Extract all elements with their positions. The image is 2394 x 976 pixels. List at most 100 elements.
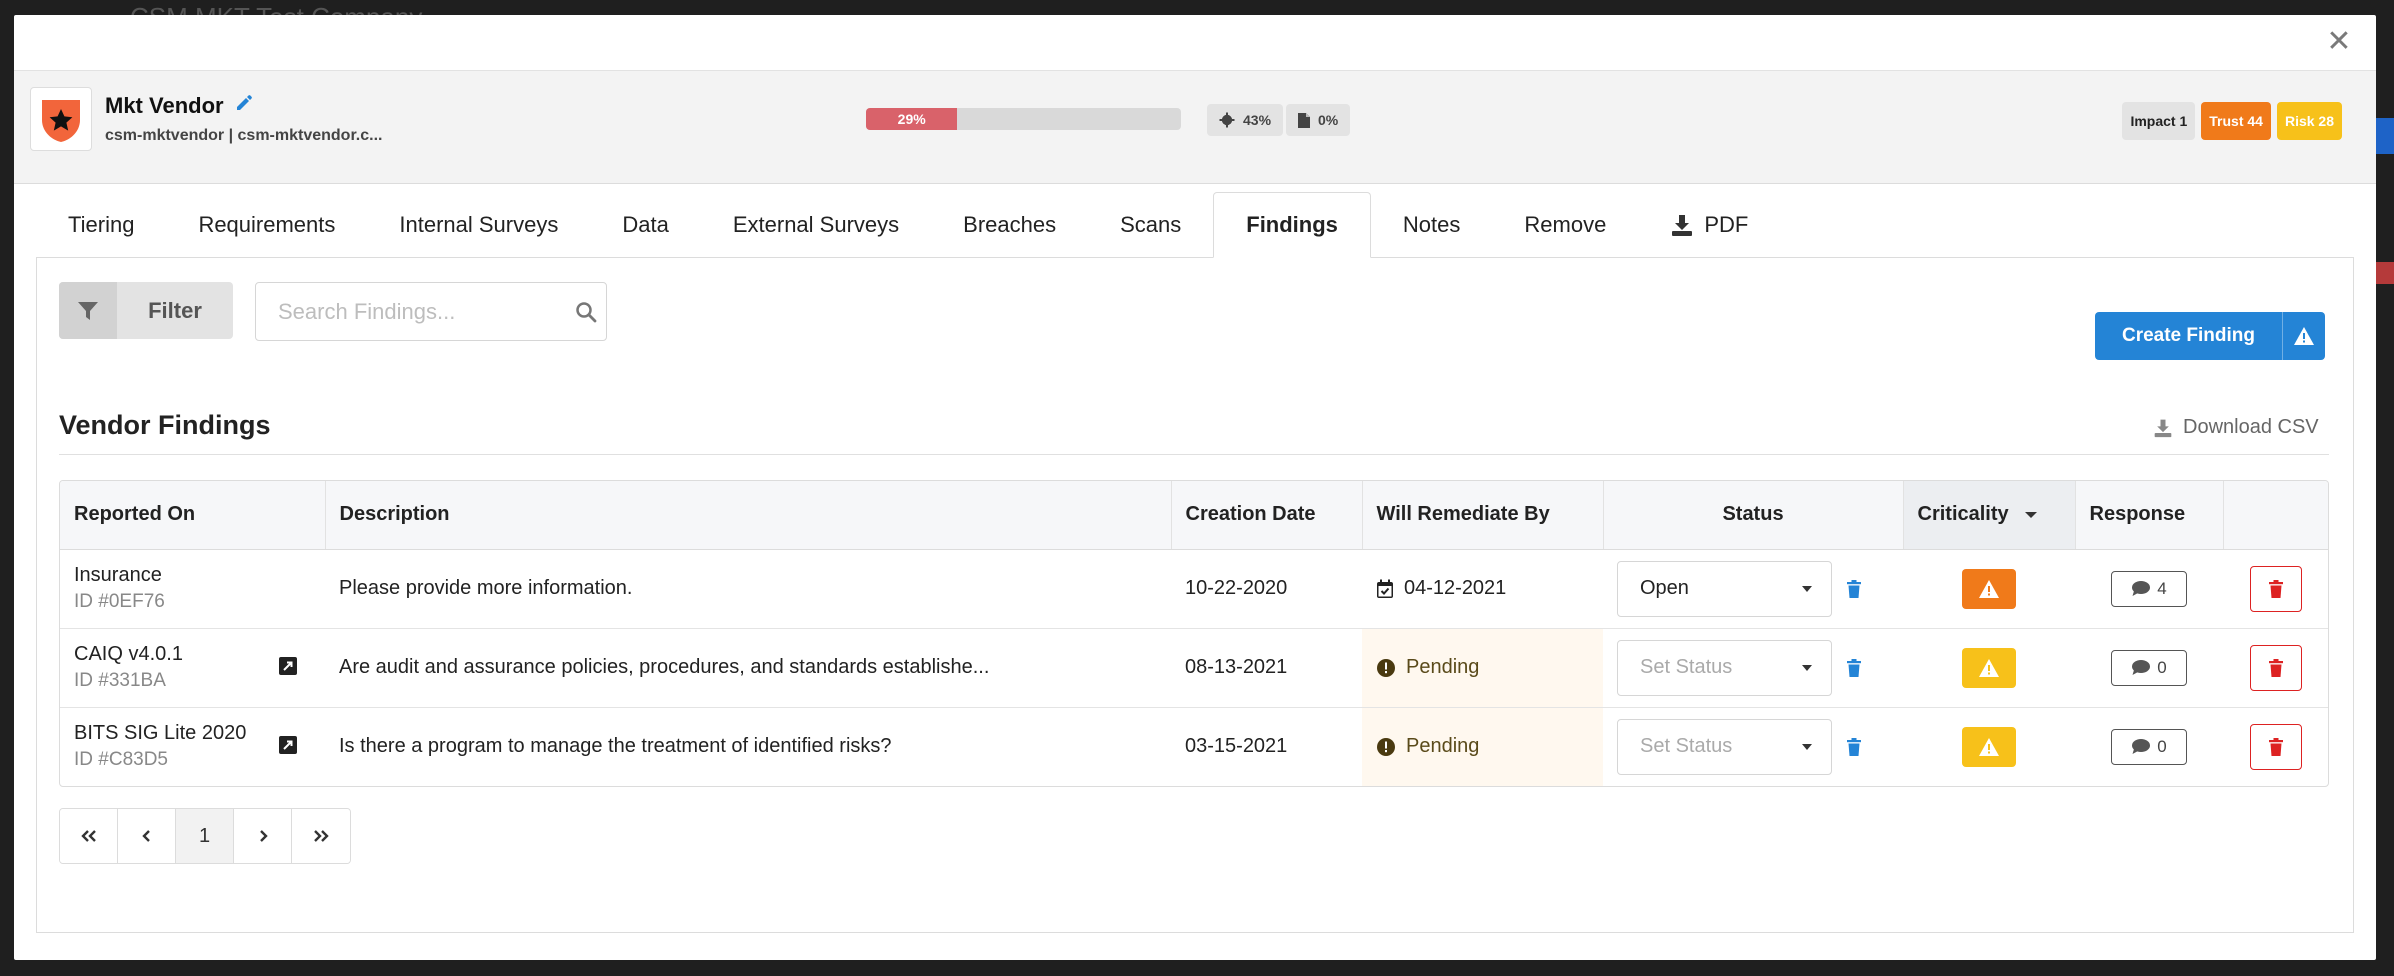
download-icon bbox=[1672, 215, 1693, 236]
remediate-status: Pending bbox=[1406, 735, 1480, 758]
response-cell: 0 bbox=[2075, 707, 2223, 786]
tab-tiering[interactable]: Tiering bbox=[36, 192, 166, 258]
tab-internal-surveys[interactable]: Internal Surveys bbox=[367, 192, 590, 258]
warning-icon bbox=[1979, 737, 1999, 756]
header-reported-on[interactable]: Reported On bbox=[60, 481, 326, 550]
criticality-badge[interactable] bbox=[1962, 647, 2016, 688]
background-element bbox=[2376, 262, 2394, 284]
first-page-button[interactable] bbox=[60, 809, 118, 863]
remediate-date: 04-12-2021 bbox=[1404, 577, 1507, 599]
delete-finding-button[interactable] bbox=[2249, 723, 2302, 770]
criticality-badge[interactable] bbox=[1962, 726, 2016, 767]
exclamation-circle-icon bbox=[1377, 658, 1395, 677]
impact-badge: Impact 1 bbox=[2122, 102, 2196, 140]
action-cell bbox=[2223, 628, 2328, 708]
caret-down-icon bbox=[1802, 743, 1812, 750]
response-count: 0 bbox=[2157, 736, 2167, 756]
header-actions bbox=[2223, 481, 2328, 550]
warning-icon bbox=[1979, 658, 1999, 677]
criticality-badge[interactable] bbox=[1962, 568, 2016, 609]
download-csv-label: Download CSV bbox=[2183, 416, 2319, 438]
description-cell[interactable]: Are audit and assurance policies, proced… bbox=[325, 628, 1171, 708]
header-will-remediate-by[interactable]: Will Remediate By bbox=[1362, 481, 1604, 550]
status-value: Set Status bbox=[1640, 735, 1733, 758]
delete-finding-button[interactable] bbox=[2249, 644, 2302, 691]
star-shield-icon bbox=[42, 100, 80, 142]
external-link-icon[interactable] bbox=[279, 657, 297, 675]
reported-on-cell: BITS SIG Lite 2020 ID #C83D5 bbox=[60, 707, 325, 786]
header-criticality[interactable]: Criticality bbox=[1903, 481, 2076, 550]
filter-icon bbox=[59, 282, 117, 339]
header-description[interactable]: Description bbox=[325, 481, 1172, 550]
header-status[interactable]: Status bbox=[1603, 481, 1904, 550]
double-chevron-right-icon bbox=[314, 830, 329, 842]
scan-stat-value: 43% bbox=[1243, 112, 1272, 128]
calendar-check-icon bbox=[1377, 579, 1393, 598]
tab-pdf[interactable]: PDF bbox=[1638, 192, 1780, 258]
comment-icon bbox=[2132, 660, 2151, 675]
response-button[interactable]: 4 bbox=[2111, 570, 2187, 607]
trash-icon[interactable] bbox=[1846, 579, 1862, 599]
tab-pdf-label: PDF bbox=[1704, 212, 1749, 237]
next-page-button[interactable] bbox=[234, 809, 292, 863]
response-count: 4 bbox=[2157, 578, 2167, 598]
tab-breaches[interactable]: Breaches bbox=[931, 192, 1088, 258]
vendor-tabs: Tiering Requirements Internal Surveys Da… bbox=[36, 192, 1780, 258]
status-select[interactable]: Set Status bbox=[1617, 639, 1832, 696]
tab-notes[interactable]: Notes bbox=[1371, 192, 1492, 258]
header-creation-date[interactable]: Creation Date bbox=[1171, 481, 1363, 550]
tab-findings[interactable]: Findings bbox=[1213, 192, 1371, 258]
close-icon[interactable]: ✕ bbox=[2324, 27, 2354, 57]
delete-finding-button[interactable] bbox=[2249, 565, 2302, 612]
response-cell: 4 bbox=[2075, 549, 2223, 629]
vendor-name-text: Mkt Vendor bbox=[105, 93, 224, 118]
trash-icon bbox=[2268, 658, 2283, 677]
status-select[interactable]: Set Status bbox=[1617, 718, 1832, 775]
trash-icon bbox=[2268, 737, 2283, 756]
table-row: Insurance ID #0EF76 Please provide more … bbox=[60, 549, 2328, 629]
page-number-button[interactable]: 1 bbox=[176, 809, 234, 863]
gear-icon bbox=[1219, 112, 1235, 128]
prev-page-button[interactable] bbox=[118, 809, 176, 863]
reported-on-name: CAIQ v4.0.1 bbox=[74, 643, 183, 665]
caret-down-icon bbox=[1802, 664, 1812, 671]
description-cell[interactable]: Please provide more information. bbox=[325, 549, 1171, 629]
table-header-row: Reported On Description Creation Date Wi… bbox=[60, 481, 2328, 550]
tab-data[interactable]: Data bbox=[590, 192, 700, 258]
risk-badge: Risk 28 bbox=[2276, 102, 2342, 140]
remediate-status: Pending bbox=[1406, 656, 1480, 678]
action-cell bbox=[2223, 549, 2328, 629]
double-chevron-left-icon bbox=[80, 830, 96, 842]
trash-icon bbox=[2268, 579, 2283, 598]
creation-date-cell: 08-13-2021 bbox=[1171, 628, 1362, 708]
search-input[interactable] bbox=[256, 283, 566, 340]
search-icon[interactable] bbox=[566, 301, 606, 323]
response-button[interactable]: 0 bbox=[2111, 649, 2187, 686]
status-cell: Open bbox=[1603, 549, 1903, 629]
vendor-subtitle: csm-mktvendor | csm-mktvendor.c... bbox=[105, 127, 383, 144]
description-cell[interactable]: Is there a program to manage the treatme… bbox=[325, 707, 1171, 786]
last-page-button[interactable] bbox=[292, 809, 350, 863]
criticality-cell bbox=[1903, 549, 2075, 629]
creation-date-cell: 10-22-2020 bbox=[1171, 549, 1362, 629]
header-response[interactable]: Response bbox=[2075, 481, 2224, 550]
trash-icon[interactable] bbox=[1846, 737, 1862, 757]
comment-icon bbox=[2132, 739, 2151, 755]
tab-requirements[interactable]: Requirements bbox=[166, 192, 367, 258]
external-link-icon[interactable] bbox=[279, 736, 297, 755]
create-finding-button[interactable]: Create Finding bbox=[2095, 312, 2325, 360]
completion-progress-bar: 29% bbox=[866, 108, 1181, 130]
download-csv-link[interactable]: Download CSV bbox=[2153, 416, 2319, 439]
tab-external-surveys[interactable]: External Surveys bbox=[701, 192, 931, 258]
criticality-cell bbox=[1903, 707, 2075, 786]
finding-id: ID #0EF76 bbox=[74, 591, 165, 612]
filter-label: Filter bbox=[148, 297, 202, 323]
response-button[interactable]: 0 bbox=[2111, 728, 2187, 765]
tab-remove[interactable]: Remove bbox=[1492, 192, 1638, 258]
trash-icon[interactable] bbox=[1846, 658, 1862, 678]
edit-pencil-icon[interactable] bbox=[234, 93, 254, 119]
divider bbox=[59, 454, 2329, 455]
filter-button[interactable]: Filter bbox=[59, 282, 233, 339]
tab-scans[interactable]: Scans bbox=[1088, 192, 1213, 258]
status-select[interactable]: Open bbox=[1617, 560, 1832, 617]
